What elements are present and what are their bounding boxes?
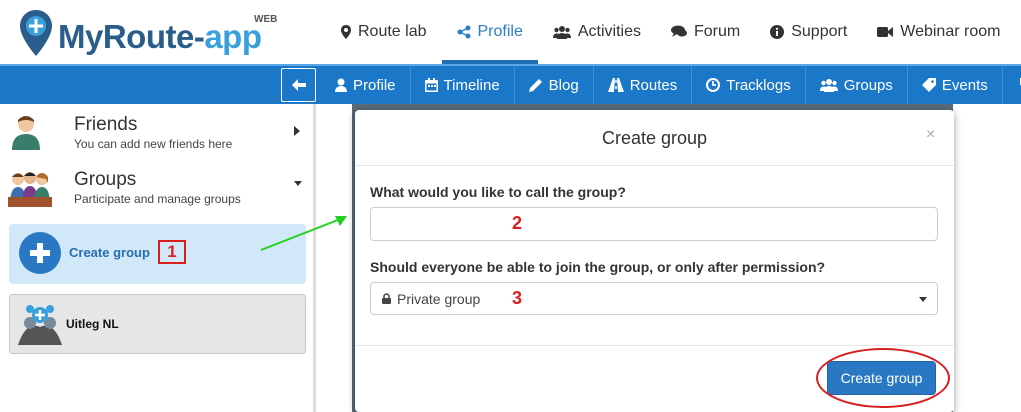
- permission-value: Private group: [397, 291, 481, 307]
- topnav-label: Activities: [577, 23, 641, 40]
- annotation-step-2: 2: [512, 213, 523, 233]
- sub-navigation-bar: Profile Timeline Blog Routes Tracklogs G…: [0, 64, 1021, 104]
- topnav-label: Route lab: [358, 23, 427, 40]
- group-logo-icon: [18, 305, 62, 345]
- friend-avatar-icon: [12, 116, 40, 150]
- subnav-label: Timeline: [443, 76, 500, 94]
- subnav-blog[interactable]: Blog: [515, 66, 594, 104]
- annotation-step-1: 1: [158, 240, 186, 264]
- top-navigation: Route lab Profile Activities Forum Suppo…: [326, 0, 1015, 64]
- share-icon: [457, 25, 471, 39]
- user-icon: [335, 78, 347, 92]
- groups-title: Groups: [74, 169, 137, 190]
- logo-main: MyRoute-: [58, 18, 205, 55]
- annotation-arrow-icon: [260, 216, 347, 251]
- topnav-route-lab[interactable]: Route lab: [326, 0, 442, 64]
- comments-icon: [670, 25, 687, 39]
- logo-text: MyRoute-app: [58, 18, 262, 56]
- video-camera-icon: [877, 26, 894, 38]
- topnav-profile[interactable]: Profile: [441, 0, 538, 64]
- subnav-events[interactable]: Events: [908, 66, 1003, 104]
- left-sidebar: Friends You can add new friends here Gro…: [0, 104, 316, 412]
- close-icon[interactable]: ×: [926, 126, 935, 144]
- logo-accent: app: [204, 18, 262, 55]
- topnav-forum[interactable]: Forum: [656, 0, 755, 64]
- subnav-label: Blog: [548, 76, 579, 94]
- info-icon: [770, 25, 785, 39]
- group-name-question: What would you like to call the group?: [370, 184, 626, 200]
- topnav-label: Support: [791, 23, 848, 40]
- group-name: Uitleg NL: [66, 317, 119, 331]
- topnav-label: Profile: [477, 23, 523, 40]
- subnav: Profile Timeline Blog Routes Tracklogs G…: [321, 66, 1021, 104]
- chevron-down-icon: [294, 181, 302, 186]
- tag-icon: [921, 78, 936, 92]
- subnav-label: Events: [941, 76, 988, 94]
- permission-select[interactable]: Private group: [370, 282, 938, 315]
- trophy-icon: [1017, 78, 1021, 92]
- app-logo[interactable]: MyRoute-app WEB: [14, 6, 284, 58]
- subnav-routes[interactable]: Routes: [594, 66, 693, 104]
- pencil-icon: [528, 78, 543, 92]
- modal-header: Create group ×: [355, 110, 954, 166]
- subnav-timeline[interactable]: Timeline: [411, 66, 515, 104]
- friends-subtitle: You can add new friends here: [74, 137, 233, 151]
- group-avatar-icon: [8, 172, 52, 207]
- subnav-more[interactable]: [1003, 66, 1021, 104]
- arrow-left-icon: [291, 79, 306, 91]
- map-marker-icon: [341, 25, 351, 39]
- sidebar-item-friends[interactable]: Friends You can add new friends here: [0, 106, 316, 158]
- clock-icon: [706, 78, 721, 92]
- chevron-down-icon: [919, 297, 927, 302]
- topnav-label: Webinar room: [900, 23, 1001, 40]
- modal-footer-divider: [355, 345, 954, 346]
- lock-icon: [382, 293, 391, 304]
- permission-question: Should everyone be able to join the grou…: [370, 259, 826, 275]
- users-icon: [819, 78, 838, 92]
- map-pin-logo-icon: [20, 10, 52, 56]
- modal-title: Create group: [601, 128, 708, 148]
- sidebar-item-groups[interactable]: Groups Participate and manage groups: [0, 161, 316, 213]
- topnav-support[interactable]: Support: [755, 0, 862, 64]
- group-item-uitleg-nl[interactable]: Uitleg NL: [9, 294, 306, 354]
- road-icon: [607, 78, 624, 92]
- users-icon: [552, 25, 571, 39]
- subnav-label: Routes: [629, 76, 678, 94]
- group-name-input[interactable]: [370, 207, 938, 241]
- plus-icon: [19, 232, 61, 274]
- subnav-label: Groups: [843, 76, 893, 94]
- chevron-right-icon: [294, 126, 300, 136]
- friends-title: Friends: [74, 114, 138, 135]
- collapse-sidebar-button[interactable]: [281, 68, 316, 102]
- logo-badge: WEB: [254, 14, 278, 25]
- calendar-icon: [424, 78, 438, 92]
- groups-subtitle: Participate and manage groups: [74, 192, 241, 206]
- topnav-label: Forum: [693, 23, 741, 40]
- subnav-label: Profile: [353, 76, 396, 94]
- subnav-label: Tracklogs: [726, 76, 791, 94]
- topnav-activities[interactable]: Activities: [538, 0, 656, 64]
- subnav-profile[interactable]: Profile: [321, 66, 411, 104]
- annotation-highlight-ellipse: [816, 348, 950, 408]
- create-group-label: Create group: [69, 245, 150, 260]
- subnav-groups[interactable]: Groups: [806, 66, 908, 104]
- top-header: MyRoute-app WEB Route lab Profile Activi…: [0, 0, 1021, 64]
- subnav-tracklogs[interactable]: Tracklogs: [692, 66, 806, 104]
- topnav-webinar-room[interactable]: Webinar room: [862, 0, 1015, 64]
- annotation-step-3: 3: [512, 288, 523, 308]
